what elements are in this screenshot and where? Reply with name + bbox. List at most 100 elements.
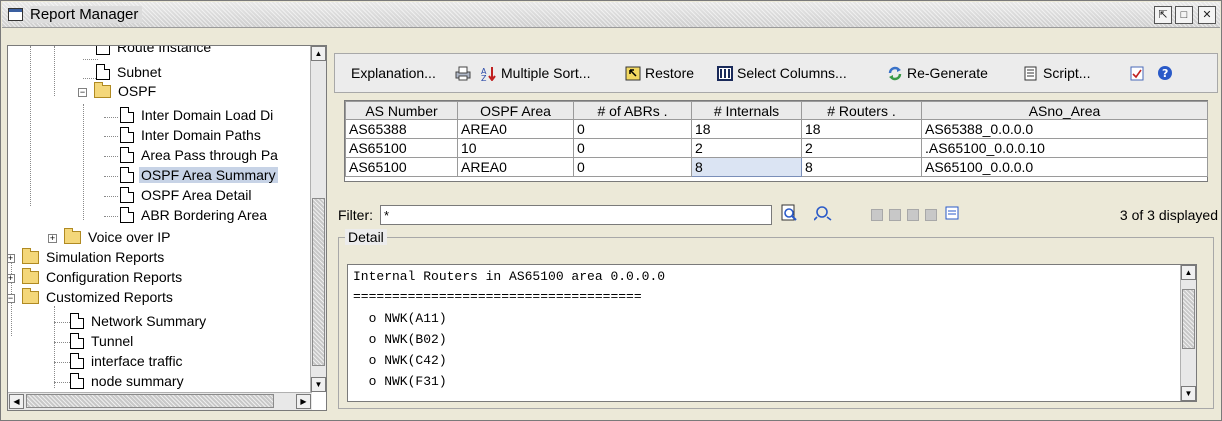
tree-item-subnet[interactable]: Subnet bbox=[96, 62, 163, 82]
maximize-icon[interactable]: □ bbox=[1175, 6, 1193, 24]
table-cell[interactable]: 2 bbox=[801, 138, 922, 158]
title-bar[interactable]: Report Manager ⇱ □ ✕ bbox=[2, 2, 1220, 28]
expand-voip-icon[interactable]: + bbox=[48, 234, 57, 243]
tree-item-interface-traffic[interactable]: interface traffic bbox=[70, 351, 185, 371]
help-button[interactable]: ? bbox=[1157, 65, 1177, 81]
collapse-customized-icon[interactable]: − bbox=[8, 294, 15, 303]
select-columns-button[interactable]: Select Columns... bbox=[717, 65, 847, 81]
report-tree[interactable]: Route Instance Subnet − OSPF Inter Domai… bbox=[7, 45, 327, 411]
close-icon[interactable]: ✕ bbox=[1198, 6, 1216, 24]
print-button[interactable] bbox=[455, 65, 475, 81]
detail-line: ===================================== bbox=[353, 289, 642, 304]
table-cell[interactable]: 2 bbox=[691, 138, 802, 158]
table-cell[interactable]: AS65388_0.0.0.0 bbox=[921, 119, 1208, 139]
table-cell[interactable]: AS65100 bbox=[345, 157, 458, 177]
table-cell[interactable]: 0 bbox=[573, 157, 692, 177]
table-cell[interactable]: AS65100_0.0.0.0 bbox=[921, 157, 1208, 177]
tree-item-inter-domain-paths[interactable]: Inter Domain Paths bbox=[120, 125, 263, 145]
regenerate-button[interactable]: Re-Generate bbox=[887, 65, 988, 81]
multiple-sort-button[interactable]: AZ Multiple Sort... bbox=[481, 65, 590, 83]
tree-vertical-scrollbar[interactable]: ▲ ▼ bbox=[310, 46, 326, 392]
scroll-up-icon[interactable]: ▲ bbox=[311, 46, 326, 61]
tree-item-abr-bordering-area[interactable]: ABR Bordering Area bbox=[120, 205, 269, 225]
script-button[interactable]: Script... bbox=[1023, 65, 1090, 81]
collapse-ospf-icon[interactable]: − bbox=[78, 88, 87, 97]
col-internals[interactable]: # Internals bbox=[691, 101, 802, 120]
scroll-right-icon[interactable]: ▶ bbox=[296, 394, 311, 409]
table-cell[interactable]: 18 bbox=[801, 119, 922, 139]
table-cell[interactable]: AS65100 bbox=[345, 138, 458, 158]
detail-vertical-scrollbar[interactable]: ▲ ▼ bbox=[1180, 265, 1196, 401]
table-cell[interactable]: .AS65100_0.0.0.10 bbox=[921, 138, 1208, 158]
tree-horizontal-scrollbar[interactable]: ◀ ▶ bbox=[8, 392, 312, 410]
scroll-thumb[interactable] bbox=[312, 198, 325, 366]
col-ospf-area[interactable]: OSPF Area bbox=[457, 101, 574, 120]
col-routers[interactable]: # Routers . bbox=[801, 101, 922, 120]
table-row[interactable]: AS65388 AREA0 0 18 18 AS65388_0.0.0.0 bbox=[345, 119, 1208, 139]
table-cell[interactable]: 10 bbox=[457, 138, 574, 158]
tree-item-node-summary[interactable]: node summary bbox=[70, 371, 186, 391]
expand-configuration-icon[interactable]: + bbox=[8, 274, 15, 283]
scroll-left-icon[interactable]: ◀ bbox=[9, 394, 24, 409]
last-page-icon[interactable] bbox=[925, 209, 937, 221]
table-row[interactable]: AS65100 AREA0 0 8 8 AS65100_0.0.0.0 bbox=[345, 157, 1208, 177]
display-count: 3 of 3 displayed bbox=[1119, 207, 1218, 223]
table-cell[interactable]: 18 bbox=[691, 119, 802, 139]
tree-guide bbox=[83, 59, 98, 60]
tree-item-network-summary[interactable]: Network Summary bbox=[70, 311, 208, 331]
tree-item-route-instance[interactable]: Route Instance bbox=[96, 46, 213, 57]
table-cell[interactable]: 0 bbox=[573, 119, 692, 139]
folder-icon bbox=[22, 248, 39, 264]
tree-item-ospf-area-summary[interactable]: OSPF Area Summary bbox=[120, 165, 278, 185]
scroll-down-icon[interactable]: ▼ bbox=[311, 377, 326, 392]
tree-item-ospf[interactable]: OSPF bbox=[94, 81, 158, 101]
validate-button[interactable] bbox=[1129, 65, 1149, 81]
report-doc-icon bbox=[70, 373, 84, 389]
scroll-up-icon[interactable]: ▲ bbox=[1181, 265, 1196, 280]
first-page-icon[interactable] bbox=[871, 209, 883, 221]
search-icon[interactable] bbox=[813, 205, 834, 224]
selected-table-cell[interactable]: 8 bbox=[691, 157, 802, 177]
tree-item-customized-reports[interactable]: Customized Reports bbox=[22, 287, 175, 307]
tree-guide bbox=[54, 306, 55, 388]
scroll-down-icon[interactable]: ▼ bbox=[1181, 386, 1196, 401]
tree-item-area-pass-through[interactable]: Area Pass through Pa bbox=[120, 145, 280, 165]
scroll-thumb[interactable] bbox=[26, 394, 274, 408]
expand-simulation-icon[interactable]: + bbox=[8, 254, 15, 263]
report-doc-icon bbox=[70, 333, 84, 349]
table-cell[interactable]: 0 bbox=[573, 138, 692, 158]
table-cell[interactable]: 8 bbox=[801, 157, 922, 177]
tree-item-inter-domain-load[interactable]: Inter Domain Load Di bbox=[120, 105, 275, 125]
folder-icon bbox=[22, 288, 39, 304]
table-cell[interactable]: AREA0 bbox=[457, 119, 574, 139]
explanation-button[interactable]: Explanation... bbox=[351, 65, 436, 81]
table-row[interactable]: AS65100 10 0 2 2 .AS65100_0.0.0.10 bbox=[345, 138, 1208, 158]
restore-button[interactable]: Restore bbox=[625, 65, 694, 81]
col-asno-area[interactable]: ASno_Area bbox=[921, 101, 1208, 120]
report-doc-icon bbox=[120, 147, 134, 163]
undock-icon[interactable]: ⇱ bbox=[1154, 6, 1172, 24]
filter-input[interactable] bbox=[380, 205, 772, 225]
next-page-icon[interactable] bbox=[907, 209, 919, 221]
scroll-thumb[interactable] bbox=[1182, 289, 1195, 349]
tree-item-voice-over-ip[interactable]: Voice over IP bbox=[64, 227, 173, 247]
tree-item-ospf-area-detail[interactable]: OSPF Area Detail bbox=[120, 185, 254, 205]
list-icon[interactable] bbox=[945, 206, 959, 223]
find-icon[interactable] bbox=[780, 204, 798, 225]
filter-bar: Filter: 3 of 3 displayed bbox=[338, 203, 1218, 225]
columns-icon bbox=[717, 66, 733, 81]
tree-item-simulation-reports[interactable]: Simulation Reports bbox=[22, 247, 166, 267]
report-doc-icon bbox=[120, 207, 134, 223]
col-abrs[interactable]: # of ABRs . bbox=[573, 101, 692, 120]
detail-text-area[interactable]: Internal Routers in AS65100 area 0.0.0.0… bbox=[347, 264, 1197, 402]
report-doc-icon bbox=[70, 313, 84, 329]
table-cell[interactable]: AREA0 bbox=[457, 157, 574, 177]
folder-icon bbox=[22, 268, 39, 284]
col-as-number[interactable]: AS Number bbox=[345, 101, 458, 120]
tree-item-configuration-reports[interactable]: Configuration Reports bbox=[22, 267, 184, 287]
tree-item-tunnel[interactable]: Tunnel bbox=[70, 331, 135, 351]
detail-legend: Detail bbox=[345, 229, 387, 245]
prev-page-icon[interactable] bbox=[889, 209, 901, 221]
table-cell[interactable]: AS65388 bbox=[345, 119, 458, 139]
summary-table[interactable]: AS Number OSPF Area # of ABRs . # Intern… bbox=[344, 100, 1208, 182]
